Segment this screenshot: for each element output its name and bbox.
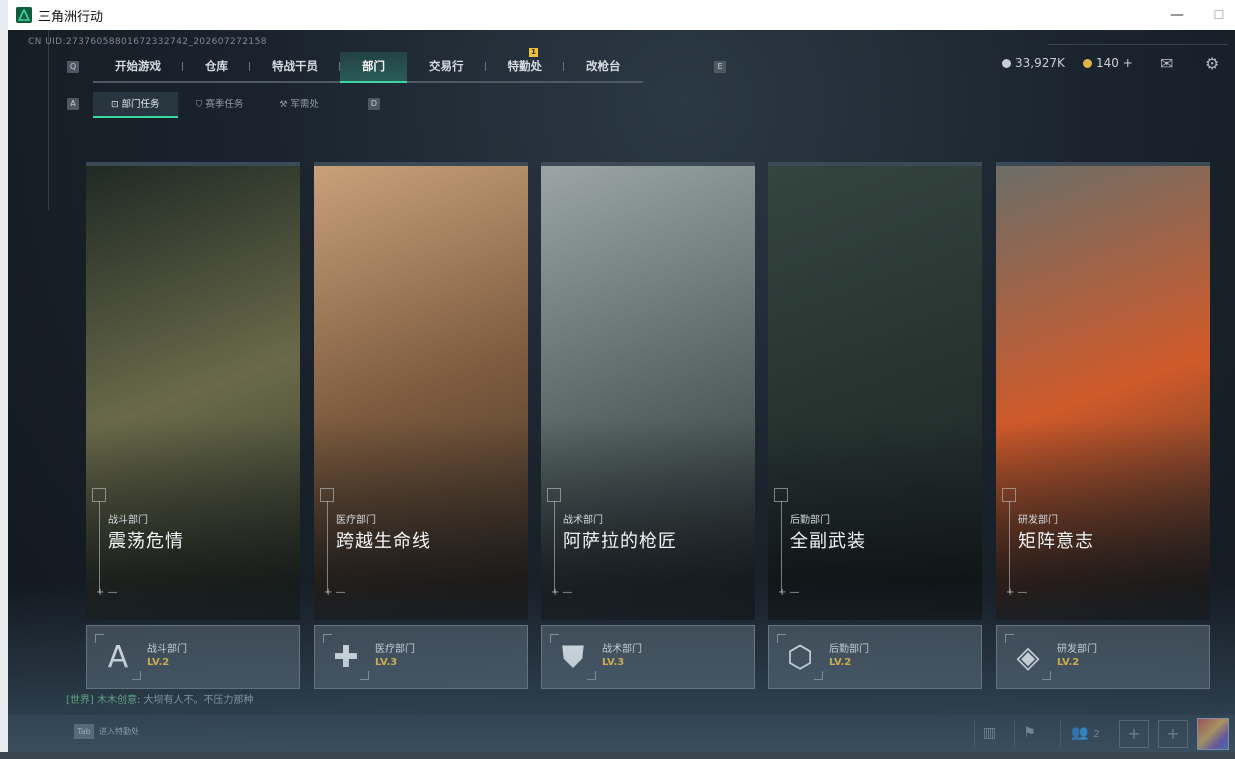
coin-icon	[1002, 58, 1011, 68]
chat-line[interactable]: [世界] 木木创意: 大坝有人不。不压力那种	[66, 691, 254, 706]
maximize-button[interactable]: ☐	[1210, 6, 1228, 24]
department-info-panel[interactable]: ◈ 研发部门 LV.2	[996, 625, 1210, 689]
department-level: LV.2	[1057, 657, 1080, 668]
decor-line	[1048, 44, 1228, 45]
subtab-season-tasks[interactable]: ⛉ 赛季任务	[178, 92, 262, 118]
notification-badge: 1	[529, 48, 538, 57]
avatar[interactable]	[1197, 718, 1229, 750]
department-info-panel[interactable]: ⬡ 后勤部门 LV.2	[768, 625, 982, 689]
coin-balance: 33,927K	[1002, 56, 1065, 70]
task-icon: ⊡	[111, 100, 119, 110]
stats-icon[interactable]: ▥	[974, 720, 1004, 747]
tab-warehouse[interactable]: 仓库	[183, 52, 250, 81]
card-mission-title: 矩阵意志	[1018, 531, 1094, 552]
prev-subtab-key[interactable]: A	[67, 98, 79, 110]
card-mission-title: 震荡危情	[108, 531, 184, 552]
subtab-supply[interactable]: ⚒ 军需处	[261, 92, 337, 118]
department-card[interactable]: + — 研发部门 矩阵意志	[996, 162, 1210, 620]
gear-icon[interactable]: ⚙	[1205, 54, 1219, 73]
department-emblem-icon: ✚	[323, 634, 369, 680]
department-name: 后勤部门	[829, 644, 869, 655]
department-info-panel[interactable]: A 战斗部门 LV.2	[86, 625, 300, 689]
expand-icon	[92, 488, 106, 502]
department-level: LV.3	[375, 657, 398, 668]
department-level: LV.2	[829, 657, 852, 668]
taskbar-strip	[0, 752, 1235, 759]
tab-start-game[interactable]: 开始游戏	[93, 52, 183, 81]
team-slot[interactable]: +	[1158, 720, 1188, 748]
department-name: 研发部门	[1057, 644, 1097, 655]
title-bar: 三角洲行动 — ☐	[8, 0, 1235, 30]
app-logo-icon	[16, 7, 32, 23]
department-emblem-icon: ⛊	[550, 634, 596, 680]
tab-operators[interactable]: 特战干员	[250, 52, 340, 81]
window-title: 三角洲行动	[38, 9, 104, 25]
department-card[interactable]: + — 战术部门 阿萨拉的枪匠	[541, 162, 755, 620]
department-info-panel[interactable]: ⛊ 战术部门 LV.3	[541, 625, 755, 689]
plus-icon: + —	[324, 587, 346, 598]
department-emblem-icon: ◈	[1005, 634, 1051, 680]
card-department-label: 战斗部门	[108, 515, 148, 526]
tab-departments[interactable]: 部门	[340, 52, 407, 83]
next-subtab-key[interactable]: D	[368, 98, 380, 110]
department-level: LV.2	[147, 657, 170, 668]
friends-button[interactable]: 👥 2	[1060, 720, 1110, 747]
card-decor-line	[781, 501, 782, 593]
card-department-label: 医疗部门	[336, 515, 376, 526]
department-card[interactable]: + — 战斗部门 震荡危情	[86, 162, 300, 620]
department-name: 医疗部门	[375, 644, 415, 655]
department-level: LV.3	[602, 657, 625, 668]
card-mission-title: 阿萨拉的枪匠	[563, 531, 677, 552]
card-decor-line	[99, 501, 100, 593]
tab-trading[interactable]: 交易行	[407, 52, 486, 81]
department-name: 战术部门	[602, 644, 642, 655]
uid-label: CN UID:2737605880167233274​2_20260727215…	[28, 37, 267, 47]
card-department-label: 研发部门	[1018, 515, 1058, 526]
expand-icon	[774, 488, 788, 502]
enter-special-ops-label[interactable]: 进入特勤处	[99, 726, 139, 737]
subtab-department-tasks[interactable]: ⊡ 部门任务	[93, 92, 178, 118]
card-mission-title: 跨越生命线	[336, 531, 431, 552]
expand-icon	[547, 488, 561, 502]
plus-icon: + —	[96, 587, 118, 598]
card-department-label: 战术部门	[563, 515, 603, 526]
department-card[interactable]: + — 医疗部门 跨越生命线	[314, 162, 528, 620]
main-tabs: 开始游戏 仓库 特战干员 部门 交易行 特勤处 1 改枪台	[93, 48, 643, 83]
decor-line	[48, 30, 49, 210]
game-window: 三角洲行动 — ☐ CN UID:2737605880167233274​2_2…	[8, 0, 1235, 752]
expand-icon	[320, 488, 334, 502]
department-name: 战斗部门	[147, 644, 187, 655]
card-decor-line	[327, 501, 328, 593]
bottom-bar: Tab 进入特勤处 ▥ ⚑ 👥 2 + +	[8, 715, 1235, 752]
mail-icon[interactable]: ✉	[1160, 54, 1173, 73]
minimize-button[interactable]: —	[1168, 6, 1186, 24]
token-balance[interactable]: 140 +	[1083, 56, 1133, 70]
plus-icon: + —	[778, 587, 800, 598]
card-decor-line	[554, 501, 555, 593]
plus-icon: + —	[551, 587, 573, 598]
game-viewport: CN UID:2737605880167233274​2_20260727215…	[8, 30, 1235, 752]
flag-icon[interactable]: ⚑	[1014, 720, 1044, 747]
tab-key[interactable]: Tab	[74, 724, 94, 739]
expand-icon	[1002, 488, 1016, 502]
department-card[interactable]: + — 后勤部门 全副武装	[768, 162, 982, 620]
plus-icon: + —	[1006, 587, 1028, 598]
tab-gunsmith[interactable]: 改枪台	[564, 52, 643, 81]
season-icon: ⛉	[195, 100, 203, 110]
next-tab-key[interactable]: E	[714, 61, 726, 73]
tab-special-ops[interactable]: 特勤处 1	[486, 48, 564, 81]
prev-tab-key[interactable]: Q	[67, 61, 79, 73]
department-info-panel[interactable]: ✚ 医疗部门 LV.3	[314, 625, 528, 689]
supply-icon: ⚒	[279, 100, 288, 110]
card-mission-title: 全副武装	[790, 531, 866, 552]
department-emblem-icon: A	[95, 634, 141, 680]
department-emblem-icon: ⬡	[777, 634, 823, 680]
friends-icon: 👥	[1071, 725, 1089, 741]
card-department-label: 后勤部门	[790, 515, 830, 526]
card-decor-line	[1009, 501, 1010, 593]
sub-tabs: ⊡ 部门任务 ⛉ 赛季任务 ⚒ 军需处	[93, 92, 337, 118]
team-slot[interactable]: +	[1119, 720, 1149, 748]
token-icon	[1083, 58, 1092, 68]
